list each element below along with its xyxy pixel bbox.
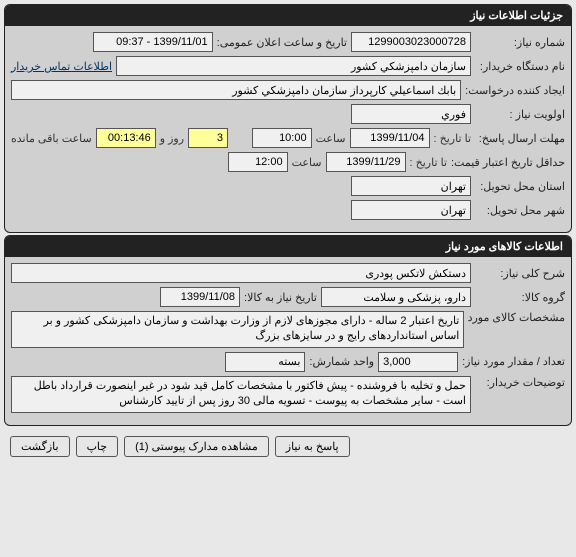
reply-button[interactable]: پاسخ به نیاز	[275, 436, 350, 457]
unit-label: واحد شمارش:	[309, 355, 374, 368]
back-button[interactable]: بازگشت	[10, 436, 70, 457]
until-label: تا تاریخ :	[434, 132, 471, 145]
spec-label: مشخصات کالای مورد نیاز:	[468, 311, 565, 324]
province-label: استان محل تحویل:	[475, 180, 565, 193]
section1-header: جزئیات اطلاعات نیاز	[5, 5, 571, 26]
need-date-label: تاریخ نیاز به کالا:	[244, 291, 317, 304]
creator-field[interactable]	[11, 80, 461, 100]
section2-header: اطلاعات کالاهای مورد نیاز	[5, 236, 571, 257]
buyer-notes-field[interactable]	[11, 376, 471, 413]
deadline-label: مهلت ارسال پاسخ:	[475, 132, 565, 145]
city-label: شهر محل تحویل:	[475, 204, 565, 217]
time-label-1: ساعت	[316, 132, 346, 145]
buyer-notes-label: توضیحات خریدار:	[475, 376, 565, 389]
priority-field[interactable]	[351, 104, 471, 124]
deadline-time-field[interactable]	[252, 128, 312, 148]
pub-label: تاریخ و ساعت اعلان عمومی:	[217, 36, 347, 49]
need-no-field[interactable]	[351, 32, 471, 52]
section2-body: شرح کلی نیاز: گروه کالا: تاریخ نیاز به ک…	[5, 257, 571, 425]
time-label-2: ساعت	[292, 156, 322, 169]
remaining-label: ساعت باقی مانده	[11, 132, 92, 145]
need-no-label: شماره نیاز:	[475, 36, 565, 49]
price-validity-time-field[interactable]	[228, 152, 288, 172]
pub-field[interactable]	[93, 32, 213, 52]
priority-label: اولویت نیاز :	[475, 108, 565, 121]
attachments-button[interactable]: مشاهده مدارک پیوستی (1)	[124, 436, 269, 457]
days-remaining-field[interactable]	[188, 128, 228, 148]
creator-label: ایجاد کننده درخواست:	[465, 84, 565, 97]
deadline-date-field[interactable]	[350, 128, 430, 148]
desc-label: شرح کلی نیاز:	[475, 267, 565, 280]
qty-label: تعداد / مقدار مورد نیاز:	[462, 355, 565, 368]
group-field[interactable]	[321, 287, 471, 307]
print-button[interactable]: چاپ	[76, 436, 119, 457]
price-validity-label: حداقل تاریخ اعتبار قیمت:	[451, 156, 565, 169]
province-field[interactable]	[351, 176, 471, 196]
unit-field[interactable]	[225, 352, 305, 372]
need-details-section: جزئیات اطلاعات نیاز شماره نیاز: تاریخ و …	[4, 4, 572, 233]
group-label: گروه کالا:	[475, 291, 565, 304]
spec-field[interactable]	[11, 311, 464, 348]
countdown-field[interactable]	[96, 128, 156, 148]
city-field[interactable]	[351, 200, 471, 220]
desc-field[interactable]	[11, 263, 471, 283]
buyer-contact-link[interactable]: اطلاعات تماس خریدار	[11, 60, 112, 73]
need-date-field[interactable]	[160, 287, 240, 307]
buyer-org-label: نام دستگاه خریدار:	[475, 60, 565, 73]
price-validity-date-field[interactable]	[326, 152, 406, 172]
button-bar: پاسخ به نیاز مشاهده مدارک پیوستی (1) چاپ…	[4, 428, 572, 465]
qty-field[interactable]	[378, 352, 458, 372]
days-unit-label: روز و	[160, 132, 184, 145]
goods-info-section: اطلاعات کالاهای مورد نیاز شرح کلی نیاز: …	[4, 235, 572, 426]
section1-body: شماره نیاز: تاریخ و ساعت اعلان عمومی: نا…	[5, 26, 571, 232]
buyer-org-field[interactable]	[116, 56, 471, 76]
until-label-2: تا تاریخ :	[410, 156, 447, 169]
